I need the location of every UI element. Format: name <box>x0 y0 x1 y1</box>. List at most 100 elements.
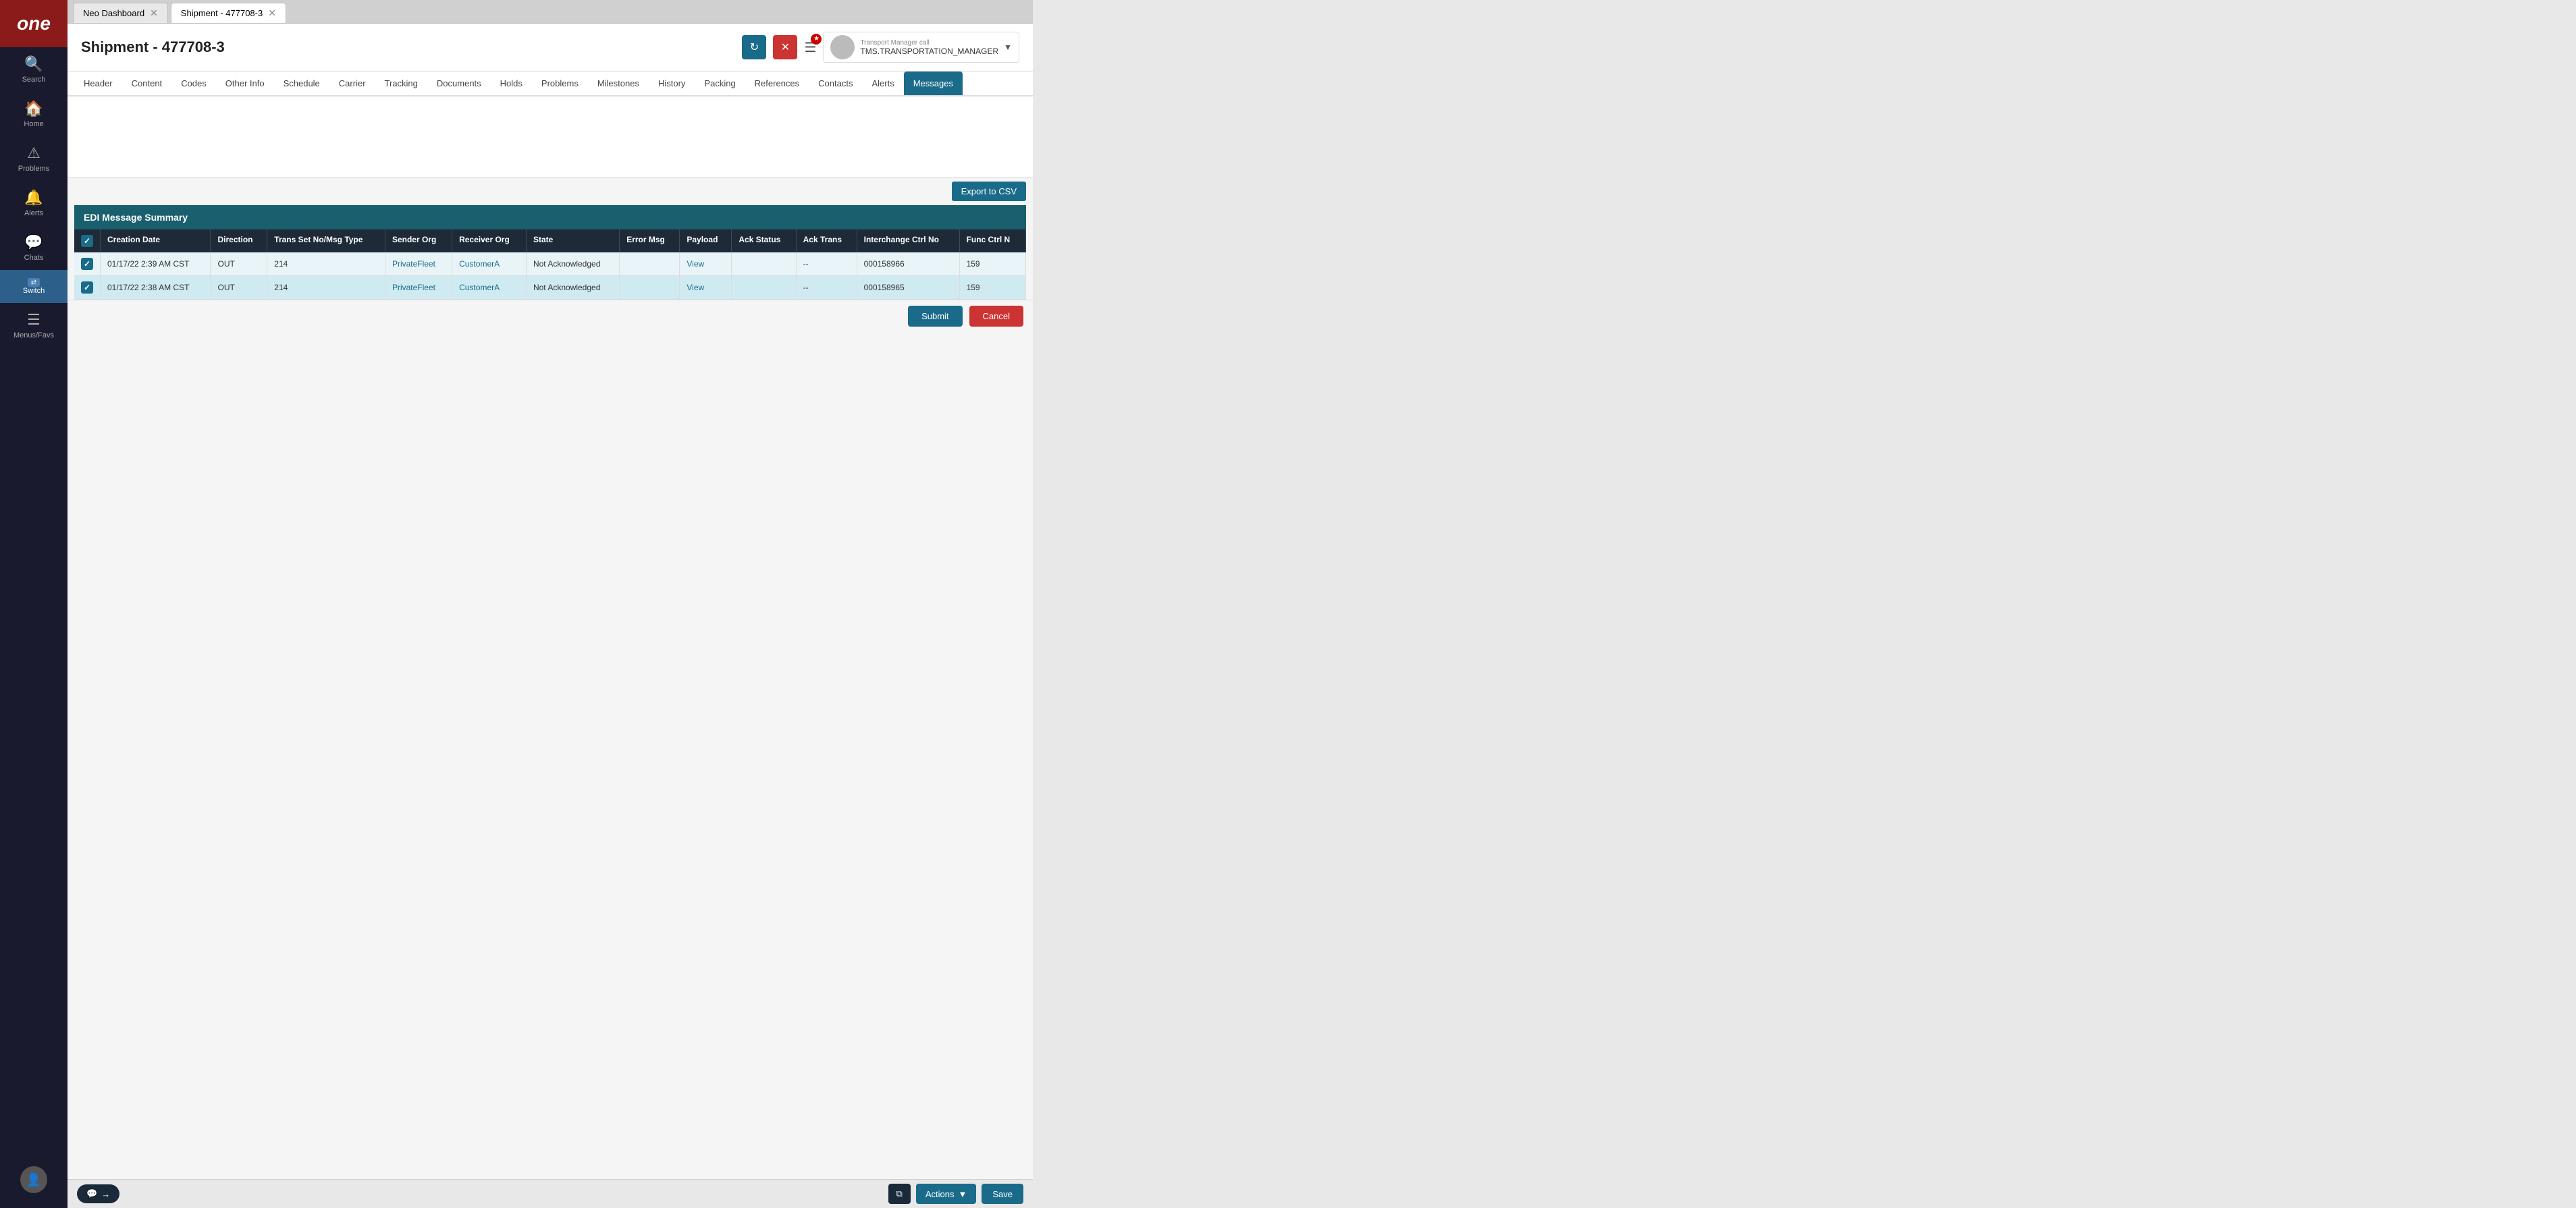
top-tab-shipment[interactable]: Shipment - 477708-3 ✕ <box>171 3 286 23</box>
row-direction-0: OUT <box>211 252 267 276</box>
row-ack-trans-1: -- <box>796 276 857 300</box>
refresh-button[interactable]: ↻ <box>742 35 766 59</box>
user-dropdown-arrow: ▼ <box>1004 43 1012 52</box>
close-button[interactable]: ✕ <box>773 35 797 59</box>
cancel-dialog-button[interactable]: Cancel <box>969 306 1023 327</box>
sidebar-label-home: Home <box>24 120 43 128</box>
table-header-row: Creation Date Direction Trans Set No/Msg… <box>74 229 1026 252</box>
row-trans-set-0: 214 <box>267 252 385 276</box>
sidebar-item-alerts[interactable]: 🔔 Alerts <box>0 181 68 225</box>
tab-codes[interactable]: Codes <box>171 72 216 97</box>
tab-header[interactable]: Header <box>74 72 122 97</box>
row-checkbox-btn-1[interactable] <box>81 281 93 294</box>
row-sender-org-1[interactable]: PrivateFleet <box>385 276 452 300</box>
save-button[interactable]: Save <box>982 1184 1023 1204</box>
col-func-ctrl: Func Ctrl N <box>959 229 1025 252</box>
problems-icon: ⚠ <box>27 144 41 162</box>
tab-messages[interactable]: Messages <box>904 72 963 97</box>
sidebar-item-problems[interactable]: ⚠ Problems <box>0 136 68 181</box>
tab-label-shipment: Shipment - 477708-3 <box>181 8 263 18</box>
user-dropdown[interactable]: Transport Manager call TMS.TRANSPORTATIO… <box>823 32 1019 63</box>
tab-carrier[interactable]: Carrier <box>329 72 375 97</box>
edi-table-body: 01/17/22 2:39 AM CST OUT 214 PrivateFlee… <box>74 252 1026 300</box>
sidebar: one 🔍 Search 🏠 Home ⚠ Problems 🔔 Alerts … <box>0 0 68 1208</box>
header-actions: ↻ ✕ ☰ ★ Transport Manager call TMS.TRANS… <box>742 32 1019 63</box>
top-tab-neo-dashboard[interactable]: Neo Dashboard ✕ <box>73 3 168 23</box>
edi-section: EDI Message Summary Creation Date Direct… <box>74 205 1026 300</box>
close-neo-dashboard-button[interactable]: ✕ <box>150 7 158 19</box>
submit-button[interactable]: Submit <box>908 306 962 327</box>
tab-content[interactable]: Content <box>122 72 172 97</box>
col-receiver-org: Receiver Org <box>452 229 527 252</box>
tab-history[interactable]: History <box>649 72 695 97</box>
row-func-ctrl-0: 159 <box>959 252 1025 276</box>
notification-badge: ★ <box>811 34 822 45</box>
row-payload-0[interactable]: View <box>680 252 732 276</box>
chat-button[interactable]: 💬 → <box>77 1184 119 1203</box>
row-ack-trans-0: -- <box>796 252 857 276</box>
row-interchange-ctrl-0: 000158966 <box>857 252 959 276</box>
sidebar-item-user-avatar[interactable]: 👤 <box>0 1158 68 1201</box>
chats-icon: 💬 <box>24 234 43 251</box>
user-name: TMS.TRANSPORTATION_MANAGER <box>860 47 998 56</box>
copy-button[interactable]: ⧉ <box>888 1184 911 1204</box>
row-sender-org-0[interactable]: PrivateFleet <box>385 252 452 276</box>
copy-icon: ⧉ <box>896 1188 903 1199</box>
tab-milestones[interactable]: Milestones <box>588 72 649 97</box>
col-checkbox <box>74 229 101 252</box>
tab-references[interactable]: References <box>745 72 809 97</box>
col-ack-trans: Ack Trans <box>796 229 857 252</box>
sidebar-label-switch: Switch <box>23 287 45 295</box>
select-all-checkbox[interactable] <box>81 235 93 247</box>
menus-icon: ☰ <box>27 311 41 329</box>
edi-table-wrap[interactable]: Creation Date Direction Trans Set No/Msg… <box>74 229 1026 300</box>
footer-bar: 💬 → ⧉ Actions ▼ Save <box>68 1179 1033 1208</box>
tab-other-info[interactable]: Other Info <box>216 72 274 97</box>
avatar <box>830 35 855 59</box>
actions-dropdown-arrow: ▼ <box>958 1189 967 1199</box>
tab-contacts[interactable]: Contacts <box>809 72 862 97</box>
top-scroll-area[interactable] <box>68 97 1033 177</box>
tab-tracking[interactable]: Tracking <box>375 72 427 97</box>
row-payload-1[interactable]: View <box>680 276 732 300</box>
main-area: Neo Dashboard ✕ Shipment - 477708-3 ✕ Sh… <box>68 0 1033 1208</box>
sidebar-item-switch[interactable]: ⇄ Switch <box>0 270 68 303</box>
actions-label: Actions <box>925 1189 955 1199</box>
user-avatar-icon: 👤 <box>20 1166 47 1193</box>
avatar-image <box>830 35 855 59</box>
app-logo[interactable]: one <box>0 0 68 47</box>
page-title: Shipment - 477708-3 <box>81 38 225 56</box>
col-sender-org: Sender Org <box>385 229 452 252</box>
row-checkbox-btn-0[interactable] <box>81 258 93 270</box>
col-payload: Payload <box>680 229 732 252</box>
row-creation-date-0: 01/17/22 2:39 AM CST <box>101 252 211 276</box>
export-csv-button[interactable]: Export to CSV <box>952 182 1026 201</box>
row-receiver-org-0[interactable]: CustomerA <box>452 252 527 276</box>
tab-schedule[interactable]: Schedule <box>274 72 329 97</box>
row-ack-status-0 <box>732 252 796 276</box>
table-row: 01/17/22 2:39 AM CST OUT 214 PrivateFlee… <box>74 252 1026 276</box>
user-area-content: Transport Manager call TMS.TRANSPORTATIO… <box>860 39 998 56</box>
close-shipment-button[interactable]: ✕ <box>268 7 276 19</box>
tab-documents[interactable]: Documents <box>427 72 491 97</box>
row-checkbox-0 <box>74 252 101 276</box>
sidebar-label-alerts: Alerts <box>24 209 43 217</box>
home-icon: 🏠 <box>24 100 43 117</box>
tab-holds[interactable]: Holds <box>491 72 532 97</box>
sidebar-item-search[interactable]: 🔍 Search <box>0 47 68 92</box>
row-func-ctrl-1: 159 <box>959 276 1025 300</box>
row-ack-status-1 <box>732 276 796 300</box>
sidebar-item-chats[interactable]: 💬 Chats <box>0 225 68 270</box>
actions-dropdown-button[interactable]: Actions ▼ <box>916 1184 977 1204</box>
col-creation-date: Creation Date <box>101 229 211 252</box>
sidebar-item-menus[interactable]: ☰ Menus/Favs <box>0 303 68 348</box>
sidebar-item-home[interactable]: 🏠 Home <box>0 92 68 136</box>
row-receiver-org-1[interactable]: CustomerA <box>452 276 527 300</box>
tab-alerts[interactable]: Alerts <box>862 72 903 97</box>
tab-packing[interactable]: Packing <box>695 72 745 97</box>
tab-problems[interactable]: Problems <box>532 72 588 97</box>
menu-area: ☰ ★ <box>804 39 816 56</box>
top-tab-bar: Neo Dashboard ✕ Shipment - 477708-3 ✕ <box>68 0 1033 24</box>
chat-arrow-icon: → <box>101 1189 110 1199</box>
row-error-msg-0 <box>620 252 680 276</box>
